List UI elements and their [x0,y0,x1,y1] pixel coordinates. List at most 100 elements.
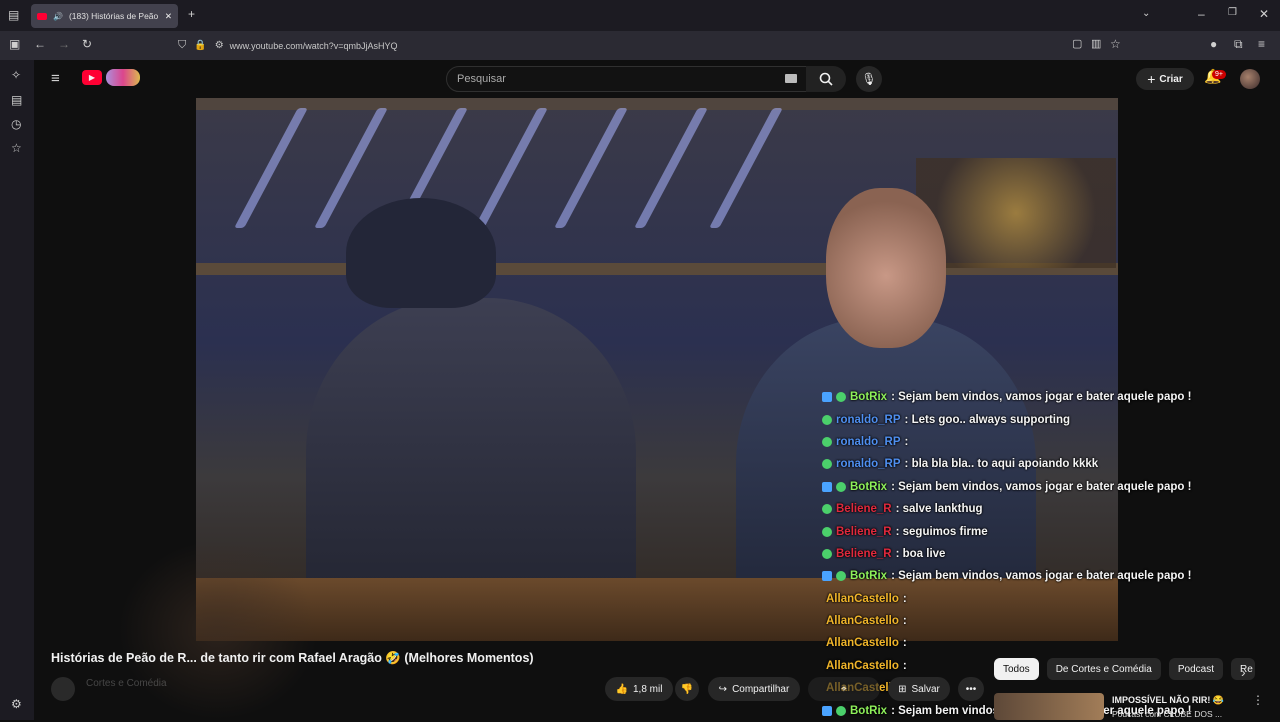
video-person-left-cap [346,198,496,308]
recommendation-subtitle: Podcast com CLUBE DOS ... [1112,709,1223,719]
channel-name[interactable]: Cortes e Comédia [86,678,167,689]
ask-button[interactable]: ✦ [808,677,880,701]
video-frame-light [234,108,308,228]
youtube-favicon-icon [37,12,47,20]
verified-badge-icon [822,459,832,470]
verified-badge-icon [822,414,832,425]
webcam-overlay [118,540,318,720]
bot-badge-icon [822,481,832,492]
chat-username: ronaldo_RP [836,458,901,471]
video-frame-light [634,108,708,228]
like-button[interactable]: 👍 1,8 mil [605,677,673,701]
chat-username: Beliene_R [836,525,892,538]
search-button[interactable] [806,66,846,92]
keyboard-icon[interactable] [785,74,797,83]
extensions-icon[interactable]: ⧉ [1234,38,1243,50]
close-window-icon[interactable]: ✕ [1259,8,1269,20]
save-label: Salvar [911,683,940,695]
verified-badge-icon [822,504,832,515]
filter-chip[interactable]: Podcast [1168,658,1223,680]
chat-username: BotRix [850,391,888,404]
recommendation-thumbnail[interactable] [994,693,1104,720]
new-tab-icon[interactable]: + [188,8,195,20]
chat-text: : [902,615,907,628]
permissions-icon[interactable]: ⚙ [215,40,224,51]
picture-in-picture-icon[interactable]: ▢ [1072,39,1082,50]
shield-icon[interactable]: ⛉ [178,39,186,52]
chat-message: ronaldo_RP: [822,431,1242,453]
verified-badge-icon [836,392,846,403]
address-bar[interactable]: ⛉ 🔒 ⚙ www.youtube.com/watch?v=qmbJjAsHYQ [178,34,1128,57]
search-input[interactable]: Pesquisar [446,66,842,92]
video-frame-light [709,108,783,228]
chat-message: AllanCastello: [822,632,1242,654]
create-label: Criar [1159,73,1183,85]
recommendation-title[interactable]: IMPOSSÍVEL NÃO RIR! 😂 [1112,695,1224,706]
synced-tabs-icon[interactable]: ▤ [11,94,22,106]
chat-message: BotRix: Sejam bem vindos, vamos jogar e … [822,565,1242,587]
maximize-icon[interactable]: ❐ [1228,8,1237,18]
recommendation-menu-icon[interactable]: ⋮ [1252,694,1264,706]
plus-icon: + [1147,71,1156,87]
lock-icon[interactable]: 🔒 [194,40,206,51]
search-icon [819,72,833,86]
chat-message: BotRix: Sejam bem vindos, vamos jogar e … [822,386,1242,408]
tab-overflow-chevron-icon[interactable]: ⌄ [1142,9,1150,19]
reload-icon[interactable]: ↻ [82,38,92,50]
chat-username: BotRix [850,570,888,583]
chat-text: : Sejam bem vindos, vamos jogar e bater … [891,570,1192,583]
history-icon[interactable]: ◷ [11,118,21,130]
chat-text: : [902,659,907,672]
video-frame-toys [916,158,1116,268]
bot-badge-icon [822,705,832,716]
chips-next-chevron-icon[interactable]: › [1241,665,1246,679]
bookmarks-icon[interactable]: ☆ [11,142,22,154]
settings-gear-icon[interactable]: ⚙ [11,698,22,710]
share-icon: ↪ [718,683,728,695]
microphone-icon: 🎙 [861,72,877,86]
voice-search-button[interactable]: 🎙 [856,66,882,92]
verified-badge-icon [836,571,846,582]
chat-username: BotRix [850,704,888,717]
browser-sidebar: ✧ ▤ ◷ ☆ ⚙ [0,60,34,720]
account-icon[interactable]: ● [1210,38,1217,50]
minimize-icon[interactable]: – [1198,8,1205,20]
filter-chip[interactable]: Todos [994,658,1039,680]
forward-icon[interactable]: → [58,38,70,50]
browser-tab[interactable]: 🔊 (183) Histórias de Peão de I ✕ [31,4,178,28]
filter-chip[interactable]: De Cortes e Comédia [1046,658,1161,680]
chat-message: Beliene_R: boa live [822,543,1242,565]
recommendation-chips: Todos De Cortes e Comédia Podcast Re [994,658,1255,680]
dislike-button[interactable]: 👎 [675,677,699,701]
hamburger-menu-icon[interactable]: ≡ [51,71,60,86]
share-button[interactable]: ↪ Compartilhar [708,677,800,701]
youtube-header: ≡ ▶ Pesquisar 🎙 + Criar 🔔 9+ [34,60,1280,98]
bookmark-star-icon[interactable]: ☆ [1110,38,1121,50]
chat-username: BotRix [850,480,888,493]
avatar[interactable] [1240,69,1260,89]
verified-badge-icon [822,548,832,559]
menu-icon[interactable]: ≡ [1258,38,1265,50]
back-icon[interactable]: ← [34,38,46,50]
channel-avatar[interactable] [51,677,75,701]
reader-icon[interactable]: ▥ [1091,39,1101,50]
thumbs-down-icon: 👎 [680,683,694,695]
video-frame-light [554,108,628,228]
video-frame-light [474,108,548,228]
ai-chat-icon[interactable]: ✧ [11,69,21,81]
share-label: Compartilhar [732,683,790,695]
sidebar-toggle-icon[interactable]: ▣ [9,38,20,50]
tab-list-icon[interactable]: ▤ [8,9,19,21]
chat-text: : [902,637,907,650]
chat-text: : [902,592,907,605]
chat-message: Beliene_R: salve lankthug [822,498,1242,520]
close-tab-icon[interactable]: ✕ [165,11,172,22]
save-icon: ⊞ [898,683,907,695]
youtube-logo[interactable]: ▶ [82,70,102,85]
doodle-logo-icon[interactable] [106,69,140,86]
more-actions-button[interactable]: ••• [958,677,984,701]
chat-text: : salve lankthug [895,503,983,516]
speaker-icon[interactable]: 🔊 [53,12,63,21]
save-button[interactable]: ⊞ Salvar [888,677,950,701]
create-button[interactable]: + Criar [1136,68,1194,90]
